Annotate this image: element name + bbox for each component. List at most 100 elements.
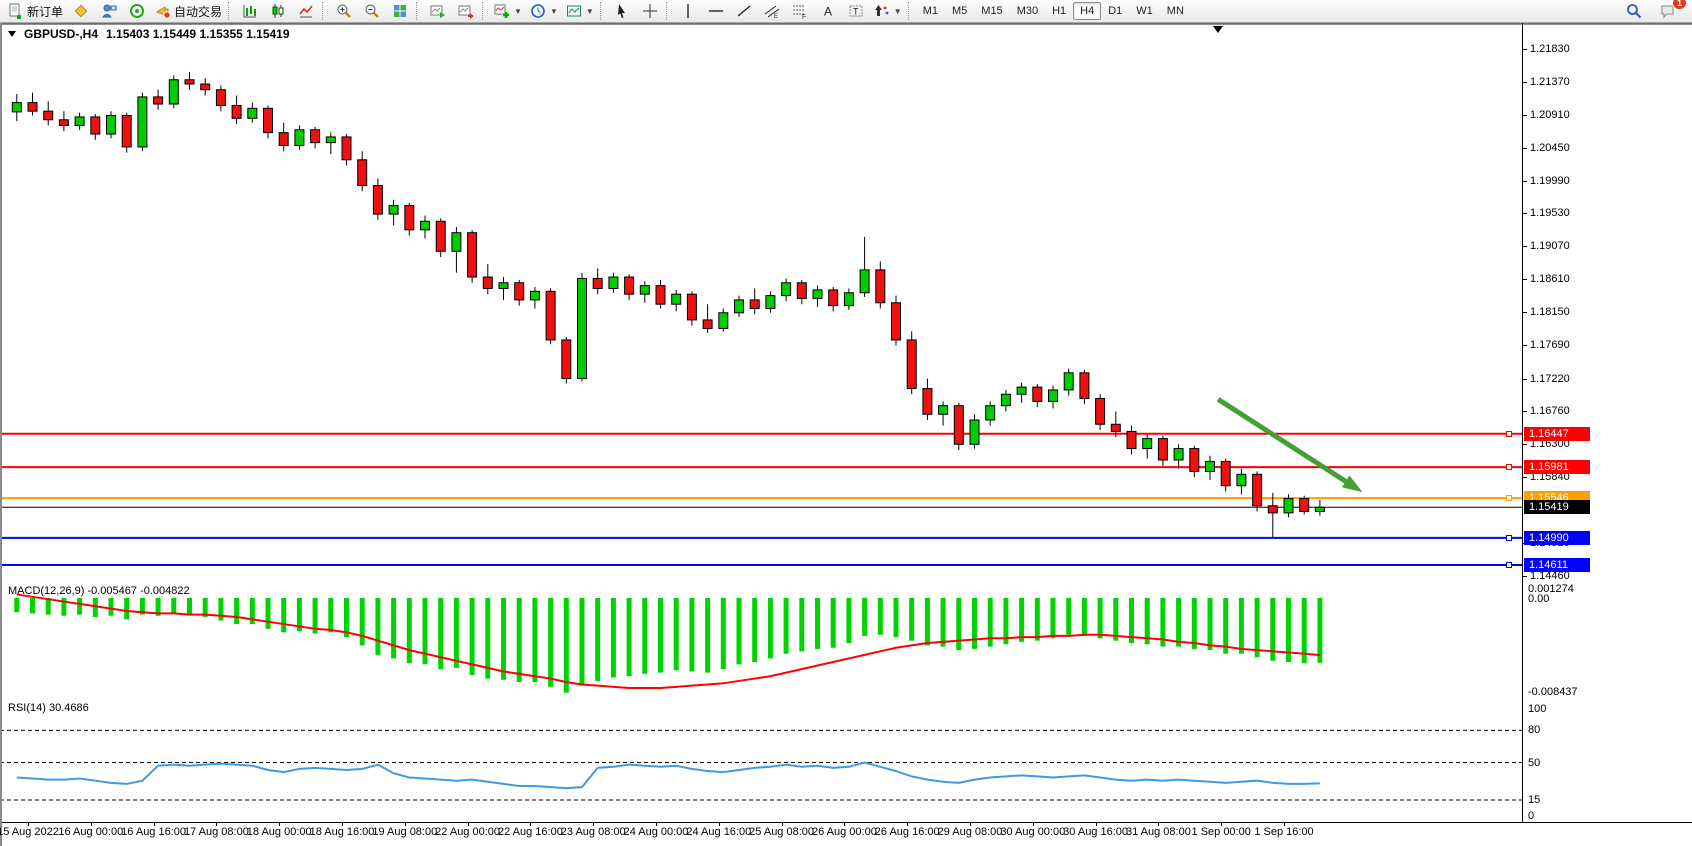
chart-shift-button[interactable] [452,0,480,22]
price-tick-dash [1522,477,1527,478]
text-label-button[interactable]: T [842,0,870,22]
periods-button[interactable]: ▼ [526,0,562,22]
time-tick-label: 18 Aug 00:00 [247,826,312,838]
chart-title-row: GBPUSD-,H4 1.15403 1.15449 1.15355 1.154… [8,27,290,41]
price-chart-pane[interactable] [0,23,1522,581]
rsi-axis-label: 80 [1528,724,1540,736]
auto-scroll-icon [430,3,446,19]
timeframe-button-m15[interactable]: M15 [974,2,1009,20]
crosshair-button[interactable] [636,0,664,22]
svg-text:E: E [774,14,778,19]
search-button[interactable] [1620,0,1648,22]
time-tick-label: 1 Sep 16:00 [1254,826,1313,838]
tile-windows-button[interactable] [386,0,414,22]
svg-text:F: F [802,14,806,19]
timeframe-button-w1[interactable]: W1 [1129,2,1160,20]
horizontal-line-button[interactable] [702,0,730,22]
fibo-icon: F [792,3,808,19]
time-tick-label: 31 Aug 08:00 [1126,826,1191,838]
time-axis-border [0,822,1692,823]
profiles-button[interactable] [95,0,123,22]
time-tick-label: 19 Aug 08:00 [372,826,437,838]
arrows-button[interactable]: ▼ [870,0,906,22]
notifications-button[interactable]: 1 [1654,0,1682,22]
price-tick-dash [1522,181,1527,182]
auto-scroll-button[interactable] [424,0,452,22]
indicators-button[interactable]: ▼ [490,0,526,22]
macd-pane[interactable] [0,583,1522,698]
zoom-out-button[interactable] [358,0,386,22]
metaeditor-button[interactable] [67,0,95,22]
bars-chart-icon [242,3,258,19]
hline-end-marker [1506,535,1512,541]
price-tick-dash [1522,312,1527,313]
fibonacci-button[interactable]: F [786,0,814,22]
timeframe-button-h1[interactable]: H1 [1045,2,1073,20]
time-tick-label: 22 Aug 00:00 [435,826,500,838]
signals-button[interactable] [123,0,151,22]
chart-quotes: 1.15403 1.15449 1.15355 1.15419 [106,27,290,41]
macd-histogram [14,598,1322,693]
new-order-button-label: 新订单 [27,3,63,20]
price-tick-dash [1522,444,1527,445]
time-tick-label: 26 Aug 16:00 [875,826,940,838]
zoom-in-button[interactable] [330,0,358,22]
zoom-in-icon [336,3,352,19]
price-tick-dash [1522,115,1527,116]
time-tick-label: 1 Sep 00:00 [1192,826,1251,838]
chart-area[interactable]: GBPUSD-,H4 1.15403 1.15449 1.15355 1.154… [0,23,1692,846]
toolbar-separator [416,2,420,20]
autotrading-button[interactable]: 自动交易 [151,0,226,22]
price-axis-border [1522,23,1523,822]
price-tick-label: 1.20450 [1530,142,1570,154]
equidistant-channel-button[interactable]: E [758,0,786,22]
text-button[interactable]: A [814,0,842,22]
macd-signal-line [17,594,1320,688]
window-left-edge [0,23,2,846]
timeframe-button-m5[interactable]: M5 [945,2,974,20]
hline-price-badge: 1.14990 [1524,531,1590,545]
timeframe-button-m30[interactable]: M30 [1010,2,1045,20]
chart-shift-marker-icon[interactable] [1213,26,1223,33]
price-tick-dash [1522,411,1527,412]
cursor-button[interactable] [608,0,636,22]
rsi-pane[interactable] [0,700,1522,822]
price-tick-label: 1.21370 [1530,76,1570,88]
timeframe-button-h4[interactable]: H4 [1073,2,1101,20]
horizontal-line-objects[interactable] [0,434,1522,565]
time-tick-label: 16 Aug 16:00 [121,826,186,838]
candlestick-chart-button[interactable] [264,0,292,22]
chart-collapse-icon[interactable] [8,31,16,37]
svg-text:T: T [853,7,859,17]
chart-title: GBPUSD-,H4 [24,27,98,41]
pane-splitter-rsi[interactable] [0,23,1692,25]
price-tick-dash [1522,379,1527,380]
tile-windows-icon [392,3,408,19]
templates-button[interactable]: ▼ [562,0,598,22]
timeframe-button-mn[interactable]: MN [1160,2,1191,20]
vertical-line-button[interactable] [674,0,702,22]
trendline-button[interactable] [730,0,758,22]
price-tick-dash [1522,279,1527,280]
search-icon [1626,3,1642,19]
time-tick-label: 23 Aug 08:00 [561,826,626,838]
chart-shift-icon [458,3,474,19]
price-tick-dash [1522,576,1527,577]
rsi-label: RSI(14) 30.4686 [8,702,89,714]
timeframe-button-m1[interactable]: M1 [916,2,945,20]
timeframe-button-d1[interactable]: D1 [1101,2,1129,20]
time-tick-label: 15 Aug 2022 [0,826,59,838]
cursor-icon [614,3,630,19]
new-order-button[interactable]: 新订单 [4,0,67,22]
price-tick-label: 1.21830 [1530,43,1570,55]
price-tick-dash [1522,213,1527,214]
line-chart-button[interactable] [292,0,320,22]
bar-chart-button[interactable] [236,0,264,22]
hline-price-badge: 1.16447 [1524,427,1590,441]
rsi-axis-label: 0 [1528,810,1534,822]
toolbar-separator [228,2,232,20]
rsi-axis-label: 50 [1528,757,1540,769]
time-tick-label: 24 Aug 16:00 [686,826,751,838]
rsi-axis-label: 15 [1528,794,1540,806]
trendline-icon [736,3,752,19]
